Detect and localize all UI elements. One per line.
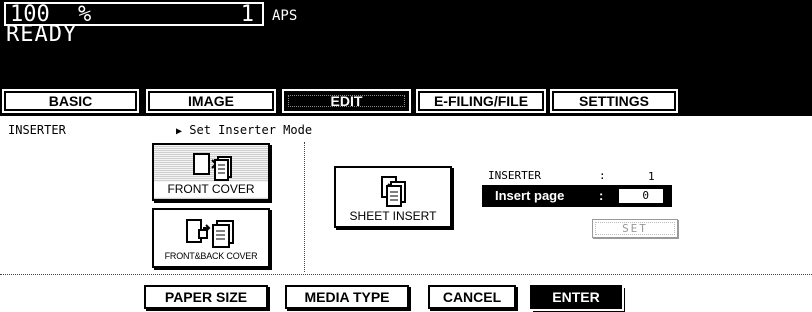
vertical-divider xyxy=(304,142,305,272)
inserter-label: INSERTER xyxy=(488,169,541,182)
front-cover-icon xyxy=(193,153,232,181)
tab-settings[interactable]: SETTINGS xyxy=(550,89,678,113)
media-type-button[interactable]: MEDIA TYPE xyxy=(285,285,409,309)
paper-mode: APS xyxy=(272,8,298,24)
tab-edit[interactable]: EDIT xyxy=(282,89,411,113)
mode-heading: ▶ Set Inserter Mode xyxy=(176,123,312,137)
inserter-colon: : xyxy=(599,169,606,182)
horizontal-divider xyxy=(0,274,812,275)
sheet-insert-button[interactable]: SHEET INSERT xyxy=(334,166,452,228)
copy-count: 1 xyxy=(240,2,254,27)
enter-button[interactable]: ENTER xyxy=(528,283,624,311)
cancel-button[interactable]: CANCEL xyxy=(428,285,516,309)
inserter-value: 1 xyxy=(648,170,655,183)
front-back-cover-button[interactable]: FRONT&BACK COVER xyxy=(152,208,270,268)
tab-basic[interactable]: BASIC xyxy=(2,89,139,113)
insert-page-field[interactable]: 0 xyxy=(619,189,663,203)
front-back-cover-icon xyxy=(186,219,234,248)
insert-page-colon: : xyxy=(599,188,604,203)
machine-status: READY xyxy=(6,22,78,47)
zoom-unit: % xyxy=(78,2,92,27)
insert-page-row: Insert page : 0 xyxy=(482,185,672,207)
insert-page-label: Insert page xyxy=(495,188,565,203)
triangle-right-icon: ▶ xyxy=(176,126,183,137)
section-label: INSERTER xyxy=(8,123,66,137)
front-back-cover-label: FRONT&BACK COVER xyxy=(154,249,268,264)
front-cover-label: FRONT COVER xyxy=(154,182,268,197)
set-button[interactable]: SET xyxy=(592,219,678,238)
front-cover-button[interactable]: FRONT COVER xyxy=(152,143,270,201)
tab-image[interactable]: IMAGE xyxy=(146,89,276,113)
paper-size-button[interactable]: PAPER SIZE xyxy=(144,285,268,309)
sheet-insert-label: SHEET INSERT xyxy=(336,209,450,224)
status-panel: 100 % 1 APS READY BASIC IMAGE EDIT E-FIL… xyxy=(0,0,812,116)
sheet-insert-icon xyxy=(381,176,406,207)
mode-heading-text: Set Inserter Mode xyxy=(189,123,313,137)
tab-e-filing-file[interactable]: E-FILING/FILE xyxy=(416,89,546,113)
